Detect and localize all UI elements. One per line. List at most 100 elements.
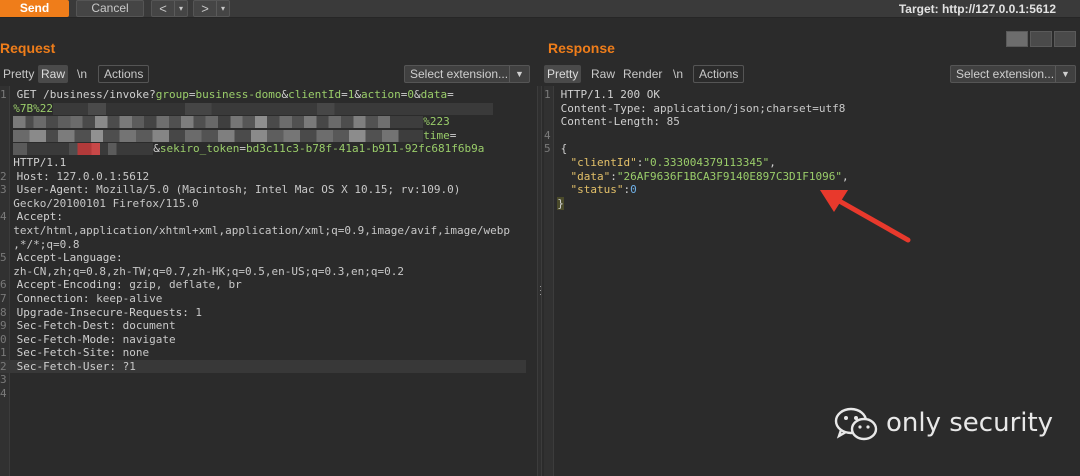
param-value-fragment: %223 [423, 115, 450, 129]
current-line-highlight: 2 Sec-Fetch-User: ?1 [0, 359, 526, 374]
wechat-icon [834, 407, 878, 441]
target-label[interactable]: Target: http://127.0.0.1:5612 [899, 2, 1056, 16]
line-number: 0 [0, 332, 7, 346]
request-line: HTTP/1.1 [13, 155, 67, 169]
header-value: 85 [659, 115, 680, 129]
header-value: zh-CN,zh;q=0.8,zh-TW;q=0.7,zh-HK;q=0.5,e… [13, 264, 404, 278]
header-value: gzip, deflate, br [122, 278, 242, 292]
response-tab-pretty[interactable]: Pretty [544, 65, 582, 83]
response-select-extension-label: Select extension... [956, 67, 1055, 81]
forward-button[interactable]: > [194, 1, 216, 16]
json-value: 0 [630, 183, 637, 197]
response-tabbar: Pretty Raw Render \n Actions [544, 65, 944, 83]
back-history-dropdown[interactable]: ▾ [174, 1, 187, 16]
header-value: 127.0.0.1:5612 [49, 169, 150, 183]
request-select-extension[interactable]: Select extension... ▼ [404, 65, 530, 83]
forward-history-dropdown[interactable]: ▾ [216, 1, 229, 16]
param-eq: = [239, 142, 246, 156]
request-tab-newline[interactable]: \n [74, 65, 90, 83]
request-actions-button[interactable]: Actions [98, 65, 150, 83]
line-number: 3 [0, 183, 7, 197]
param-eq: = [447, 88, 454, 101]
header-name: User-Agent: [16, 183, 90, 197]
header-value: 1 [188, 305, 203, 319]
request-code: 1 GET /business/invoke?group = business-do… [0, 88, 526, 401]
line-number: 2 [0, 359, 7, 373]
pane-splitter[interactable]: · · · [537, 86, 542, 476]
param-key-fragment: time [423, 128, 450, 142]
line-number: 1 [0, 88, 7, 101]
forward-nav[interactable]: > ▾ [193, 0, 230, 17]
param-key: sekiro_token [159, 142, 240, 156]
line-number: 1 [544, 88, 551, 101]
pixelated-redaction [13, 143, 154, 156]
cancel-button[interactable]: Cancel [76, 0, 144, 17]
line-number: 9 [0, 319, 7, 333]
back-button[interactable]: < [152, 1, 174, 16]
header-name: Upgrade-Insecure-Requests: [16, 305, 189, 319]
header-value: ?1 [115, 359, 136, 373]
request-editor[interactable]: 1 GET /business/invoke?group = business-do… [0, 86, 537, 476]
param-value: business-domo [195, 88, 282, 101]
status-line: HTTP/1.1 200 OK [560, 88, 660, 101]
single-pane-layout-icon[interactable] [1054, 31, 1076, 47]
json-brace: } [557, 196, 564, 210]
drag-handle-icon: · · · [539, 281, 542, 299]
json-value: "0.333004379113345" [643, 155, 770, 169]
param-value: %7B%22 [13, 101, 53, 115]
response-tab-render[interactable]: Render [620, 65, 665, 83]
header-value: none [115, 346, 150, 360]
layout-toggle [1006, 31, 1076, 47]
response-code: 1 HTTP/1.1 200 OK Content-Type: applicat… [544, 88, 849, 210]
line-number: 3 [0, 373, 7, 387]
param-key: action [361, 88, 401, 101]
header-name: Connection: [16, 291, 90, 305]
response-actions-button[interactable]: Actions [693, 65, 745, 83]
line-number: 1 [0, 346, 7, 360]
json-brace: { [560, 142, 568, 156]
header-name: Content-Type: [560, 101, 647, 115]
line-number: 5 [0, 251, 7, 265]
request-tab-pretty[interactable]: Pretty [0, 65, 37, 83]
param-eq: = [449, 128, 457, 142]
response-title: Response [548, 40, 615, 56]
header-name: Sec-Fetch-Dest: [16, 319, 116, 333]
request-title: Request [0, 40, 56, 56]
chevron-down-icon: ▼ [1055, 66, 1075, 82]
param-sep: & [414, 88, 421, 101]
red-arrow-annotation [820, 190, 911, 243]
side-by-side-layout-icon[interactable] [1006, 31, 1028, 47]
json-key: "status" [570, 183, 624, 197]
request-tab-raw[interactable]: Raw [38, 65, 69, 83]
response-tab-newline[interactable]: \n [670, 65, 686, 83]
request-select-extension-label: Select extension... [410, 67, 509, 81]
line-number: 7 [0, 291, 7, 305]
header-name: Sec-Fetch-Mode: [16, 332, 116, 346]
line-number: 4 [0, 210, 7, 224]
line-number: 4 [544, 128, 551, 142]
pixelated-redaction [13, 116, 424, 129]
send-button[interactable]: Send [0, 0, 69, 17]
back-nav[interactable]: < ▾ [151, 0, 188, 17]
header-value: keep-alive [89, 291, 163, 305]
response-select-extension[interactable]: Select extension... ▼ [950, 65, 1076, 83]
pixelated-redaction [53, 102, 493, 115]
top-toolbar: Send Cancel < ▾ > ▾ Target: http://127.0… [0, 0, 1080, 18]
json-key: "clientId" [570, 155, 637, 169]
param-key: data [420, 88, 448, 101]
param-value: bd3c11c3-b78f-41a1-b911-92fc681f6b9a [245, 142, 485, 156]
param-key: group [155, 88, 189, 101]
header-name: Accept-Language: [16, 251, 123, 265]
header-value: document [115, 319, 176, 333]
header-name: Content-Length: [560, 115, 660, 129]
json-comma: , [769, 155, 776, 169]
header-value: navigate [115, 332, 176, 346]
header-value: text/html,application/xhtml+xml,applicat… [13, 223, 510, 237]
header-value: Mozilla/5.0 (Macintosh; Intel Mac OS X 1… [89, 183, 461, 197]
header-name: Accept: [16, 210, 63, 224]
header-value: application/json;charset=utf8 [646, 101, 846, 115]
pixelated-redaction [13, 129, 424, 142]
param-sep: & [153, 142, 160, 156]
stacked-layout-icon[interactable] [1030, 31, 1052, 47]
response-tab-raw[interactable]: Raw [588, 65, 618, 83]
